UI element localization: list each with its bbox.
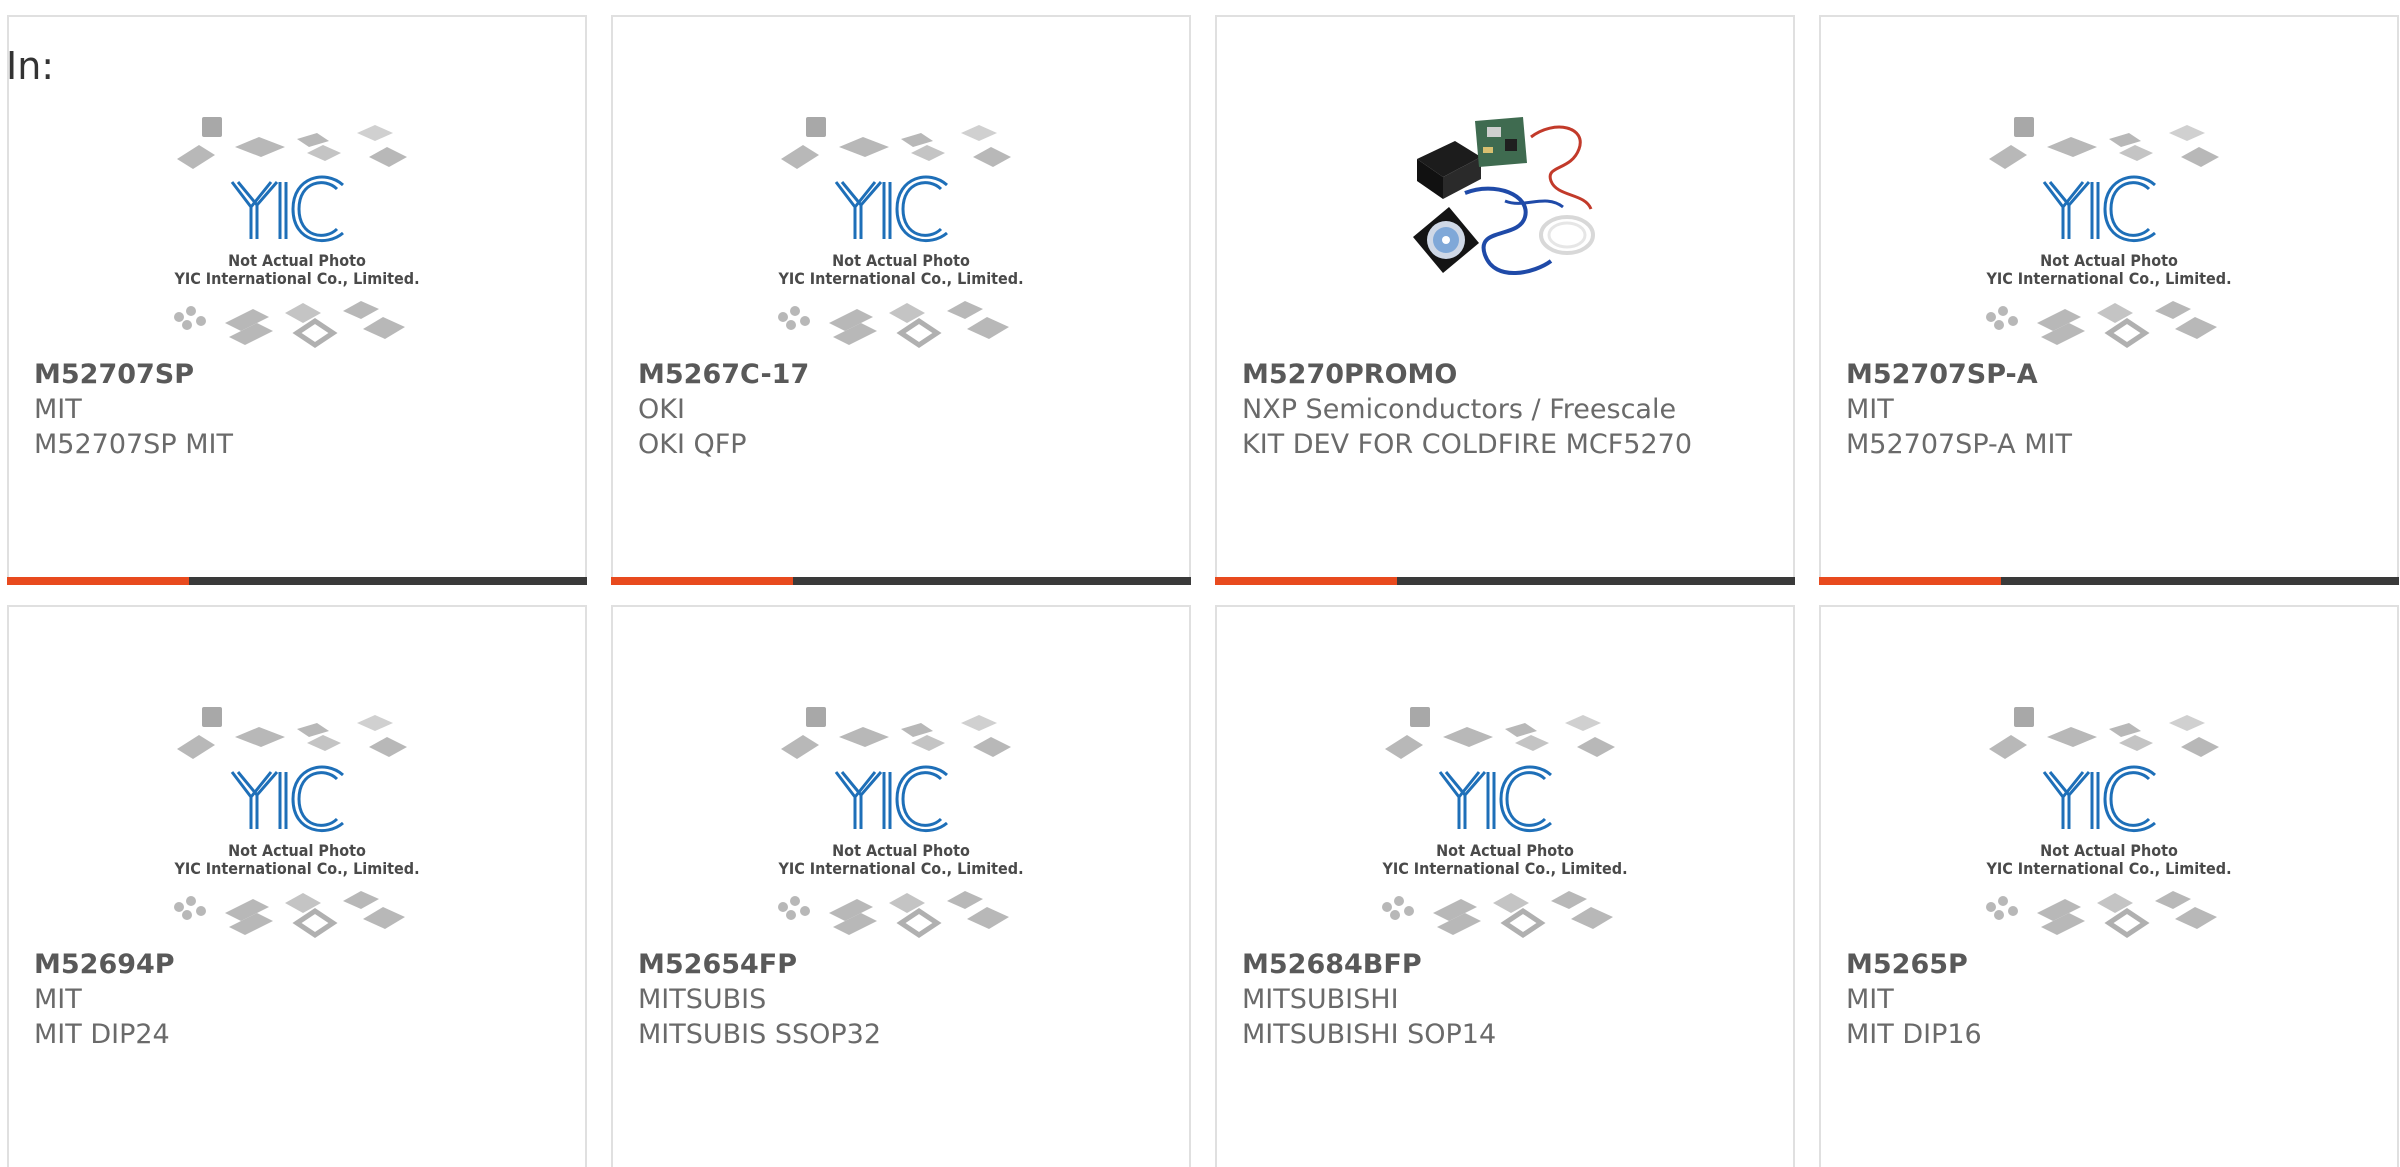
- description: MIT DIP24: [34, 1019, 170, 1050]
- card-bottom-bar: [1215, 577, 1795, 585]
- manufacturer: MIT: [34, 394, 82, 425]
- placeholder-line-1: Not Actual Photo: [228, 251, 366, 270]
- part-number[interactable]: M52694P: [34, 947, 575, 982]
- product-grid-page: In: Not Actual Photo YIC International C…: [0, 0, 2400, 1167]
- accent-bar: [7, 577, 189, 585]
- yic-placeholder-logo: Not Actual Photo YIC International Co., …: [1985, 117, 2232, 349]
- card-bottom-bar: [7, 577, 587, 585]
- yic-placeholder-logo: Not Actual Photo YIC International Co., …: [173, 117, 420, 349]
- yic-placeholder-logo: Not Actual Photo YIC International Co., …: [1985, 707, 2232, 939]
- description: M52707SP MIT: [34, 429, 233, 460]
- manufacturer: OKI: [638, 394, 685, 425]
- product-image[interactable]: [1217, 97, 1793, 365]
- description: MITSUBISHI SOP14: [1242, 1019, 1497, 1050]
- card-bottom-bar: [1819, 577, 2399, 585]
- part-number[interactable]: M5265P: [1846, 947, 2387, 982]
- placeholder-line-1: Not Actual Photo: [832, 841, 970, 860]
- product-image[interactable]: Not Actual Photo YIC International Co., …: [9, 687, 585, 955]
- product-card[interactable]: Not Actual Photo YIC International Co., …: [1215, 605, 1795, 1167]
- description: KIT DEV FOR COLDFIRE MCF5270: [1242, 429, 1692, 460]
- product-card[interactable]: Not Actual Photo YIC International Co., …: [7, 605, 587, 1167]
- yic-placeholder-logo: Not Actual Photo YIC International Co., …: [173, 707, 420, 939]
- manufacturer: MIT: [34, 984, 82, 1015]
- placeholder-line-1: Not Actual Photo: [2040, 251, 2178, 270]
- placeholder-line-2: YIC International Co., Limited.: [777, 269, 1023, 288]
- placeholder-line-2: YIC International Co., Limited.: [1381, 859, 1627, 878]
- manufacturer: MITSUBISHI: [1242, 984, 1399, 1015]
- part-number[interactable]: M52707SP-A: [1846, 357, 2387, 392]
- card-bottom-bar: [611, 577, 1191, 585]
- product-card[interactable]: Not Actual Photo YIC International Co., …: [611, 15, 1191, 585]
- description: OKI QFP: [638, 429, 747, 460]
- product-image[interactable]: Not Actual Photo YIC International Co., …: [9, 97, 585, 365]
- manufacturer: MIT: [1846, 394, 1894, 425]
- product-card[interactable]: Not Actual Photo YIC International Co., …: [7, 15, 587, 585]
- product-image[interactable]: Not Actual Photo YIC International Co., …: [1821, 97, 2397, 365]
- product-image[interactable]: Not Actual Photo YIC International Co., …: [613, 97, 1189, 365]
- yic-placeholder-logo: Not Actual Photo YIC International Co., …: [1381, 707, 1628, 939]
- yic-placeholder-logo: Not Actual Photo YIC International Co., …: [777, 707, 1024, 939]
- accent-bar: [611, 577, 793, 585]
- placeholder-line-2: YIC International Co., Limited.: [1985, 269, 2231, 288]
- product-image[interactable]: Not Actual Photo YIC International Co., …: [613, 687, 1189, 955]
- product-card[interactable]: Not Actual Photo YIC International Co., …: [1819, 605, 2399, 1167]
- product-card[interactable]: M5270PROMO NXP Semiconductors / Freescal…: [1215, 15, 1795, 585]
- placeholder-line-2: YIC International Co., Limited.: [173, 859, 419, 878]
- product-image[interactable]: Not Actual Photo YIC International Co., …: [1821, 687, 2397, 955]
- placeholder-line-2: YIC International Co., Limited.: [777, 859, 1023, 878]
- part-number[interactable]: M5267C-17: [638, 357, 1179, 392]
- part-number[interactable]: M5270PROMO: [1242, 357, 1783, 392]
- in-label: In:: [6, 44, 55, 88]
- yic-placeholder-logo: Not Actual Photo YIC International Co., …: [777, 117, 1024, 349]
- part-number[interactable]: M52654FP: [638, 947, 1179, 982]
- placeholder-line-1: Not Actual Photo: [832, 251, 970, 270]
- product-card[interactable]: Not Actual Photo YIC International Co., …: [611, 605, 1191, 1167]
- description: MIT DIP16: [1846, 1019, 1982, 1050]
- placeholder-line-2: YIC International Co., Limited.: [1985, 859, 2231, 878]
- product-image[interactable]: Not Actual Photo YIC International Co., …: [1217, 687, 1793, 955]
- manufacturer: MIT: [1846, 984, 1894, 1015]
- description: MITSUBIS SSOP32: [638, 1019, 882, 1050]
- part-number[interactable]: M52707SP: [34, 357, 575, 392]
- dev-kit-photo: [1413, 117, 1595, 275]
- accent-bar: [1819, 577, 2001, 585]
- manufacturer: MITSUBIS: [638, 984, 767, 1015]
- product-card[interactable]: Not Actual Photo YIC International Co., …: [1819, 15, 2399, 585]
- placeholder-line-1: Not Actual Photo: [2040, 841, 2178, 860]
- accent-bar: [1215, 577, 1397, 585]
- manufacturer: NXP Semiconductors / Freescale: [1242, 394, 1677, 425]
- part-number[interactable]: M52684BFP: [1242, 947, 1783, 982]
- description: M52707SP-A MIT: [1846, 429, 2072, 460]
- placeholder-line-2: YIC International Co., Limited.: [173, 269, 419, 288]
- placeholder-line-1: Not Actual Photo: [228, 841, 366, 860]
- placeholder-line-1: Not Actual Photo: [1436, 841, 1574, 860]
